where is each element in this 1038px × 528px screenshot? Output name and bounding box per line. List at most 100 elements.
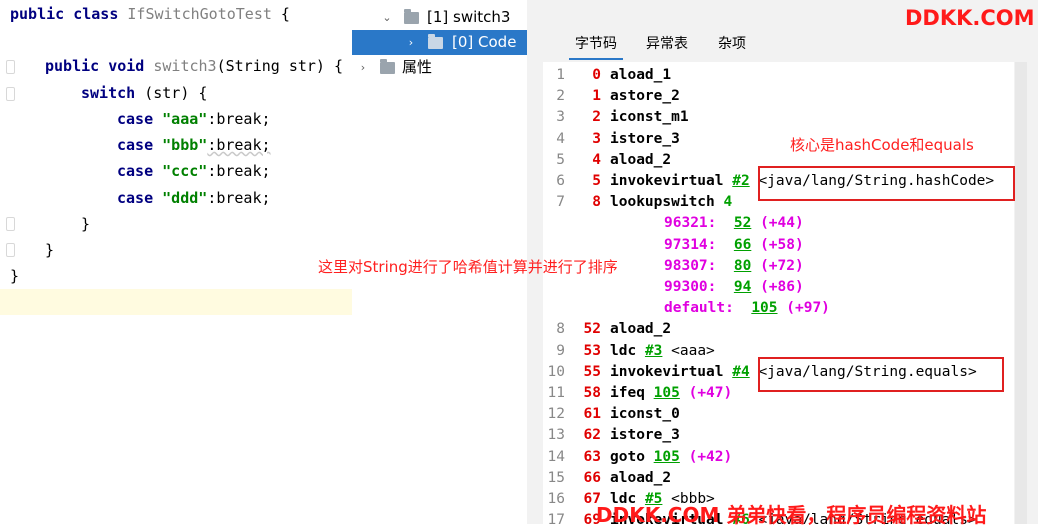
method-name: switch3 xyxy=(153,57,217,75)
fold-marker[interactable] xyxy=(6,60,15,74)
line-number: 4 xyxy=(556,130,565,147)
instruction: aload_2 xyxy=(610,319,671,340)
code-line-case[interactable]: case "ccc":break; xyxy=(117,161,271,181)
chevron-right-icon[interactable]: › xyxy=(356,55,370,80)
tab-bytecode[interactable]: 字节码 xyxy=(569,30,623,60)
bytecode-listing[interactable]: 1 0 aload_1 2 1 astore_2 3 2 iconst_m1 4 3 istore_3… xyxy=(543,62,1014,524)
folder-icon xyxy=(428,34,443,49)
opcode: iconst_0 xyxy=(610,406,680,423)
instruction: aload_2 xyxy=(610,468,671,489)
code-line-case[interactable]: case "aaa":break; xyxy=(117,109,271,129)
keyword: public xyxy=(45,57,100,75)
keyword: switch xyxy=(81,84,136,102)
jump-delta: (+72) xyxy=(760,257,804,274)
instruction-offset: 0 xyxy=(592,67,601,83)
line-number: 13 xyxy=(547,427,565,444)
code-line-method-decl[interactable]: public void switch3(String str) { xyxy=(45,56,343,76)
code-editor[interactable]: public class IfSwitchGotoTest { public v… xyxy=(0,0,352,524)
keyword: void xyxy=(108,57,145,75)
watermark-top: DDKK.COM xyxy=(905,6,1035,30)
instruction: iconst_0 xyxy=(610,404,680,425)
instruction: goto 105 (+42) xyxy=(610,447,732,468)
switch-target-link[interactable]: 94 xyxy=(734,279,751,295)
jump-delta: (+44) xyxy=(760,215,804,232)
code-line-class-decl[interactable]: public class IfSwitchGotoTest { xyxy=(10,4,290,24)
instruction-offset: 63 xyxy=(583,448,601,465)
lookupswitch-entry: 97314: 66 (+58) xyxy=(664,235,804,256)
constant-ref-link[interactable]: 105 xyxy=(654,449,680,465)
constant-ref-link[interactable]: #4 xyxy=(732,364,749,380)
keyword: case xyxy=(117,189,154,207)
instruction-offset: 52 xyxy=(583,321,601,338)
tree-item-attributes[interactable]: › 属性 xyxy=(352,55,527,80)
line-number: 6 xyxy=(556,173,565,189)
opcode: istore_3 xyxy=(610,427,680,444)
code-line-case[interactable]: case "ddd":break; xyxy=(117,188,271,208)
string-literal: "aaa" xyxy=(162,110,208,128)
line-number: 12 xyxy=(547,406,565,423)
code-line-brace[interactable]: } xyxy=(45,240,54,260)
line-number: 2 xyxy=(556,88,565,105)
fold-marker[interactable] xyxy=(6,217,15,231)
line-number: 5 xyxy=(556,151,565,168)
line-number: 9 xyxy=(556,342,565,359)
switch-target-link[interactable]: 105 xyxy=(751,300,777,316)
instruction: aload_2 xyxy=(610,150,671,171)
opcode: aload_2 xyxy=(610,151,672,168)
switch-key: 99300: xyxy=(664,279,717,295)
fold-marker[interactable] xyxy=(6,87,15,101)
instruction: aload_1 xyxy=(610,65,671,86)
class-name: IfSwitchGotoTest xyxy=(127,5,272,23)
code-line-brace[interactable]: } xyxy=(10,266,19,286)
code-line-switch[interactable]: switch (str) { xyxy=(81,83,207,103)
annotation-sort-note: 这里对String进行了哈希值计算并进行了排序 xyxy=(318,258,618,276)
keyword: public xyxy=(10,5,65,23)
switch-target-link[interactable]: 80 xyxy=(734,258,751,274)
switch-target-link[interactable]: 66 xyxy=(734,237,751,253)
jump-delta: (+86) xyxy=(760,279,804,295)
instruction: lookupswitch 4 xyxy=(610,192,732,213)
keyword: case xyxy=(117,110,154,128)
opcode: goto xyxy=(610,448,645,465)
constant-ref-link[interactable]: #2 xyxy=(732,173,749,189)
fold-marker[interactable] xyxy=(6,243,15,257)
lookupswitch-entry: 98307: 80 (+72) xyxy=(664,256,804,277)
folder-icon xyxy=(404,9,419,24)
string-literal: "bbb" xyxy=(162,136,208,154)
switch-key: 96321: xyxy=(664,215,717,232)
switch-key: 98307: xyxy=(664,257,717,274)
tree-item-code[interactable]: › [0] Code xyxy=(352,30,527,55)
opcode: aload_2 xyxy=(610,321,672,338)
instruction-offset: 62 xyxy=(583,427,601,444)
jump-delta: (+42) xyxy=(688,448,733,465)
chevron-down-icon[interactable]: ⌄ xyxy=(380,5,394,30)
folder-icon xyxy=(380,59,395,74)
line-number: 1 xyxy=(556,67,565,83)
constant-ref-link[interactable]: #3 xyxy=(645,343,662,359)
instruction-offset: 58 xyxy=(583,385,601,401)
instruction-offset: 5 xyxy=(592,173,601,189)
instruction: ldc #3 <aaa> xyxy=(610,341,715,362)
instruction: astore_2 xyxy=(610,86,680,107)
line-number: 10 xyxy=(547,363,565,380)
vertical-scrollbar[interactable] xyxy=(1015,62,1027,524)
switch-target-link[interactable]: 52 xyxy=(734,215,751,231)
opcode: invokevirtual xyxy=(610,363,724,380)
tab-misc[interactable]: 杂项 xyxy=(712,30,752,58)
chevron-right-icon[interactable]: › xyxy=(404,30,418,55)
tree-item-switch3[interactable]: ⌄ [1] switch3 xyxy=(352,5,527,30)
code-line-brace[interactable]: } xyxy=(81,214,90,234)
tree-item-label: [1] switch3 xyxy=(427,8,511,26)
tab-exception-table[interactable]: 异常表 xyxy=(639,30,695,58)
opcode: astore_2 xyxy=(610,88,680,105)
jump-delta: (+97) xyxy=(786,300,830,317)
constant-ref-link[interactable]: 105 xyxy=(654,385,680,401)
instruction-offset: 66 xyxy=(583,469,601,486)
current-line-highlight xyxy=(0,289,352,315)
line-number: 16 xyxy=(547,491,565,507)
instruction-offset: 4 xyxy=(592,151,601,168)
constant-comment: <aaa> xyxy=(671,342,715,359)
line-number: 14 xyxy=(547,448,565,465)
code-line-case[interactable]: case "bbb":break; xyxy=(117,135,271,155)
jump-delta: (+47) xyxy=(688,385,733,401)
